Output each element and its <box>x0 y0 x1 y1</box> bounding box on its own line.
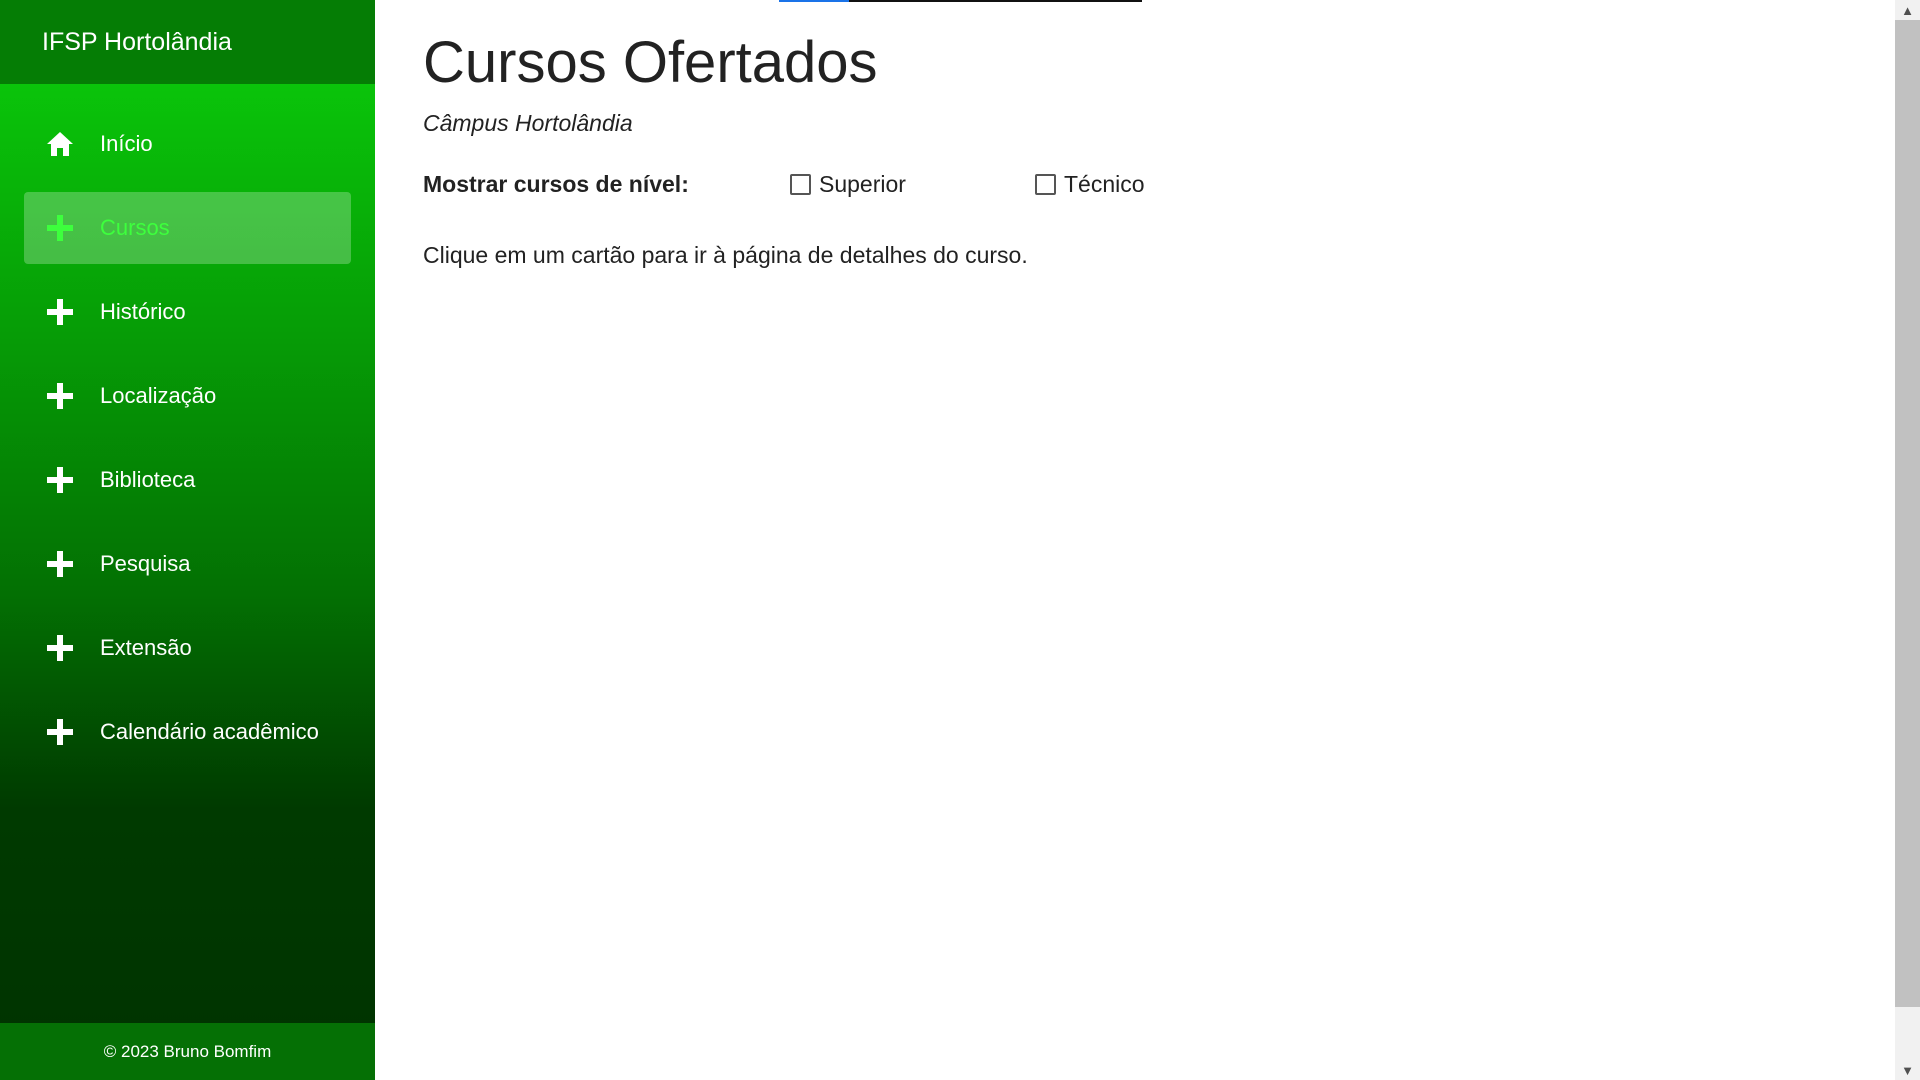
brand-title[interactable]: IFSP Hortolândia <box>0 0 375 84</box>
vertical-scrollbar[interactable]: ▲ ▼ <box>1895 0 1920 1080</box>
tecnico-label: Técnico <box>1064 171 1145 197</box>
scroll-up-arrow-icon[interactable]: ▲ <box>1895 0 1920 20</box>
superior-checkbox[interactable] <box>790 174 811 195</box>
sidebar-item-pesquisa[interactable]: Pesquisa <box>24 528 351 600</box>
scroll-down-arrow-icon[interactable]: ▼ <box>1895 1060 1920 1080</box>
sidebar-item-label: Localização <box>100 383 217 408</box>
plus-icon <box>46 214 74 242</box>
plus-icon <box>46 382 74 410</box>
footer-copyright: © 2023 Bruno Bomfim <box>0 1023 375 1080</box>
scrollbar-thumb[interactable] <box>1895 20 1920 1007</box>
home-icon <box>46 130 74 158</box>
sidebar-item-inicio[interactable]: Início <box>24 108 351 180</box>
sidebar-item-calendario[interactable]: Calendário acadêmico <box>24 696 351 768</box>
sidebar-nav: Início Cursos Histórico Localização Bibl… <box>0 84 375 768</box>
plus-icon <box>46 466 74 494</box>
plus-icon <box>46 298 74 326</box>
sidebar-item-label: Cursos <box>100 215 170 240</box>
filter-label: Mostrar cursos de nível: <box>423 171 689 197</box>
sidebar: IFSP Hortolândia Início Cursos Histórico… <box>0 0 375 1080</box>
sidebar-item-localizacao[interactable]: Localização <box>24 360 351 432</box>
sidebar-item-extensao[interactable]: Extensão <box>24 612 351 684</box>
sidebar-item-label: Extensão <box>100 635 192 660</box>
filter-tecnico[interactable]: Técnico <box>1035 171 1280 198</box>
sidebar-item-label: Biblioteca <box>100 467 196 492</box>
campus-subtitle: Câmpus Hortolândia <box>423 110 633 136</box>
plus-icon <box>46 550 74 578</box>
level-filter: Mostrar cursos de nível: Superior Técnic… <box>423 171 1863 198</box>
sidebar-item-biblioteca[interactable]: Biblioteca <box>24 444 351 516</box>
sidebar-item-cursos[interactable]: Cursos <box>24 192 351 264</box>
filter-superior[interactable]: Superior <box>790 171 1035 198</box>
plus-icon <box>46 634 74 662</box>
sidebar-item-label: Calendário acadêmico <box>100 719 319 744</box>
page-title: Cursos Ofertados <box>423 30 878 95</box>
superior-label: Superior <box>819 171 906 197</box>
sidebar-item-label: Pesquisa <box>100 551 191 576</box>
main-content: Cursos Ofertados Câmpus Hortolândia Most… <box>423 0 1863 292</box>
sidebar-item-label: Início <box>100 131 153 156</box>
tecnico-checkbox[interactable] <box>1035 174 1056 195</box>
sidebar-item-label: Histórico <box>100 299 186 324</box>
plus-icon <box>46 718 74 746</box>
sidebar-item-historico[interactable]: Histórico <box>24 276 351 348</box>
cards-hint: Clique em um cartão para ir à página de … <box>423 242 1028 268</box>
